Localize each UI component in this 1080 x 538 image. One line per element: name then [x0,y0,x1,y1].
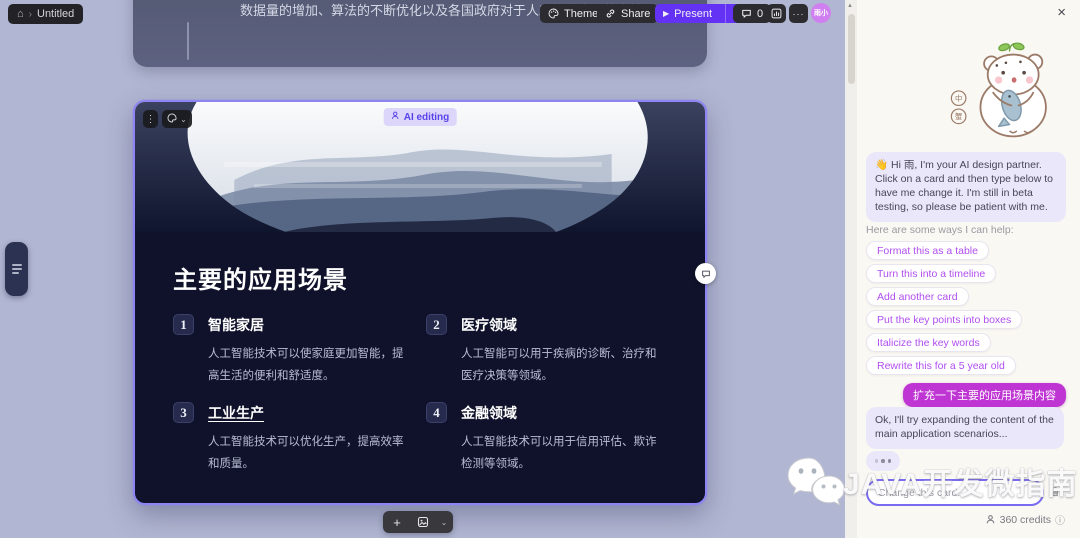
svg-text:中: 中 [955,94,962,103]
drag-dots-icon: ⋮ [145,113,156,125]
ai-pencil-icon [391,111,400,123]
info-icon[interactable]: ⓘ [1055,512,1065,527]
person-icon [986,515,995,524]
slide-item-4[interactable]: 4 金融领域 人工智能技术可以用于信用评估、欺诈检测等领域。 [426,402,672,476]
item-body[interactable]: 人工智能技术可以优化生产，提高效率和质量。 [208,431,413,476]
scroll-up-arrow-icon[interactable]: ▲ [847,3,853,9]
slide-item-3[interactable]: 3 工业生产 人工智能技术可以优化生产，提高效率和质量。 [173,402,419,476]
card-palette-icon [167,110,177,128]
list-lines-icon [11,263,22,275]
card-style-button[interactable]: ⌄ [162,110,192,128]
ai-editing-label: AI editing [403,111,450,123]
wechat-logo-icon [787,457,845,506]
slide-card[interactable]: ⋮ ⌄ AI editing 主要的应用场景 1 智能家居 人工智能技术可以使家… [133,100,707,505]
text-cursor-line [187,22,189,60]
suggestion-chip-rewrite[interactable]: Rewrite this for a 5 year old [866,356,1016,375]
present-label: Present [674,7,713,20]
add-card-toolbar: + ⌄ [383,511,453,533]
help-intro-text: Here are some ways I can help: [866,224,1014,236]
card-drag-handle[interactable]: ⋮ [143,110,158,128]
comment-count: 0 [757,7,764,20]
user-chat-message: 扩充一下主要的应用场景内容 [903,383,1066,407]
item-body[interactable]: 人工智能技术可以用于信用评估、欺诈检测等领域。 [461,431,666,476]
suggestion-chip-italicize[interactable]: Italicize the key words [866,333,991,352]
trash-icon[interactable] [1049,485,1061,503]
present-button[interactable]: ▶ Present ⌄ [655,4,744,23]
close-icon[interactable]: × [1057,4,1066,21]
card-template-button[interactable] [411,511,435,533]
item-title[interactable]: 金融领域 [461,403,517,423]
item-title[interactable]: 工业生产 [208,403,264,423]
document-title[interactable]: Untitled [37,8,74,20]
suggestion-chip-format-table[interactable]: Format this as a table [866,241,989,260]
item-number-badge: 2 [426,314,447,335]
more-options-button[interactable]: ··· [789,4,808,23]
image-sparkle-icon [417,516,429,528]
suggestion-chip-timeline[interactable]: Turn this into a timeline [866,264,997,283]
ai-greeting-message: 👋 Hi 雨, I'm your AI design partner. Clic… [866,152,1066,222]
comment-bubble-icon [701,270,710,278]
slide-item-1[interactable]: 1 智能家居 人工智能技术可以使家庭更加智能，提高生活的便利和舒适度。 [173,314,419,388]
play-icon: ▶ [663,9,670,18]
card-comment-button[interactable] [695,263,716,284]
add-card-button[interactable]: + [383,511,411,533]
ai-reply-message: Ok, I'll try expanding the content of th… [866,407,1064,449]
ellipsis-icon: ··· [792,8,805,19]
svg-text:蟹: 蟹 [955,112,962,121]
palette-icon [548,8,559,19]
share-label: Share [621,7,651,20]
canvas-scrollbar[interactable]: ▲ [845,0,857,538]
chevron-down-icon: ⌄ [440,517,448,527]
comment-bubble-icon [741,8,752,19]
suggestion-chip-key-points[interactable]: Put the key points into boxes [866,310,1023,329]
theme-label: Theme [564,7,599,20]
chevron-right-icon: › [28,8,32,20]
slide-item-2[interactable]: 2 医疗领域 人工智能可以用于疾病的诊断、治疗和医疗决策等领域。 [426,314,672,388]
breadcrumb[interactable]: ⌂ › Untitled [8,4,84,24]
suggestion-chip-add-card[interactable]: Add another card [866,287,969,306]
item-number-badge: 3 [173,402,194,423]
comments-button[interactable]: 0 [733,4,772,23]
ai-editing-badge: AI editing [383,108,457,126]
item-title[interactable]: 医疗领域 [461,315,517,335]
add-card-dropdown[interactable]: ⌄ [435,511,453,533]
chat-input[interactable] [866,479,1044,506]
app-window: 数据量的增加、算法的不断优化以及各国政府对于人工智能产业的支持 ⌂ › Unti… [0,0,1080,538]
slide-title[interactable]: 主要的应用场景 [173,260,348,295]
bar-chart-icon [771,8,782,19]
analytics-button[interactable] [767,4,786,23]
chevron-down-icon: ⌄ [180,114,187,124]
item-number-badge: 4 [426,402,447,423]
bear-mascot-illustration: 中 蟹 [950,42,1047,138]
item-body[interactable]: 人工智能技术可以使家庭更加智能，提高生活的便利和舒适度。 [208,343,413,388]
scrollbar-thumb[interactable] [847,14,855,84]
credits-row: 360 credits ⓘ [985,512,1065,527]
ai-sidebar: × 中 蟹 👋 Hi 雨, I'm your AI design partner… [857,0,1080,538]
item-body[interactable]: 人工智能可以用于疾病的诊断、治疗和医疗决策等领域。 [461,343,666,388]
item-title[interactable]: 智能家居 [208,315,264,335]
link-icon [605,8,616,19]
home-icon[interactable]: ⌂ [17,8,24,20]
user-avatar[interactable]: 雨小 [811,3,831,23]
share-button[interactable]: Share [597,4,659,23]
credits-label: 360 credits [999,513,1051,526]
outline-panel-handle[interactable] [5,242,28,296]
item-number-badge: 1 [173,314,194,335]
typing-indicator [866,451,900,471]
